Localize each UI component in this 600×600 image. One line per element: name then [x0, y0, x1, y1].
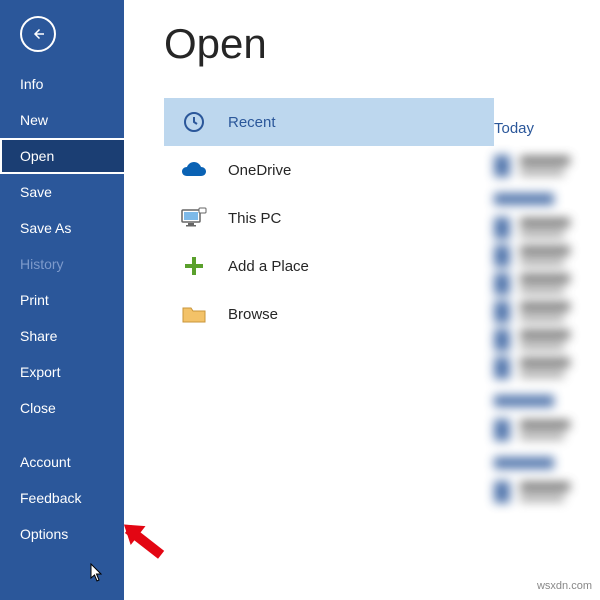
location-label: Add a Place: [228, 258, 309, 275]
sidebar-item-options[interactable]: Options: [0, 516, 124, 552]
main-panel: Open Recent OneDrive This PC Add a Place Bro…: [124, 0, 600, 600]
location-recent[interactable]: Recent: [164, 98, 494, 146]
location-label: Browse: [228, 306, 278, 323]
watermark: wsxdn.com: [537, 580, 592, 592]
recent-group-header: Today: [494, 120, 600, 137]
sidebar-item-feedback[interactable]: Feedback: [0, 480, 124, 516]
location-label: Recent: [228, 114, 276, 131]
onedrive-icon: [178, 160, 210, 180]
back-button[interactable]: [20, 16, 56, 52]
sidebar-item-account[interactable]: Account: [0, 444, 124, 480]
location-add-a-place[interactable]: Add a Place: [164, 242, 494, 290]
sidebar-item-save-as[interactable]: Save As: [0, 210, 124, 246]
sidebar-item-share[interactable]: Share: [0, 318, 124, 354]
location-browse[interactable]: Browse: [164, 290, 494, 338]
clock-icon: [178, 110, 210, 134]
location-onedrive[interactable]: OneDrive: [164, 146, 494, 194]
location-label: OneDrive: [228, 162, 291, 179]
recent-blurred-items: [494, 155, 600, 503]
location-label: This PC: [228, 210, 281, 227]
arrow-left-icon: [29, 25, 47, 43]
sidebar-item-print[interactable]: Print: [0, 282, 124, 318]
sidebar-item-new[interactable]: New: [0, 102, 124, 138]
sidebar-item-info[interactable]: Info: [0, 66, 124, 102]
sidebar-item-save[interactable]: Save: [0, 174, 124, 210]
sidebar-item-history: History: [0, 246, 124, 282]
pc-icon: [178, 207, 210, 229]
sidebar-item-open[interactable]: Open: [0, 138, 124, 174]
recent-files-panel: Today: [494, 20, 600, 600]
sidebar-item-export[interactable]: Export: [0, 354, 124, 390]
location-this-pc[interactable]: This PC: [164, 194, 494, 242]
sidebar-item-close[interactable]: Close: [0, 390, 124, 426]
plus-icon: [178, 255, 210, 277]
folder-icon: [178, 304, 210, 324]
page-title: Open: [164, 20, 494, 68]
location-list: Recent OneDrive This PC Add a Place Browse: [164, 98, 494, 338]
sidebar: InfoNewOpenSaveSave AsHistoryPrintShareE…: [0, 0, 124, 600]
backstage-view: InfoNewOpenSaveSave AsHistoryPrintShareE…: [0, 0, 600, 600]
